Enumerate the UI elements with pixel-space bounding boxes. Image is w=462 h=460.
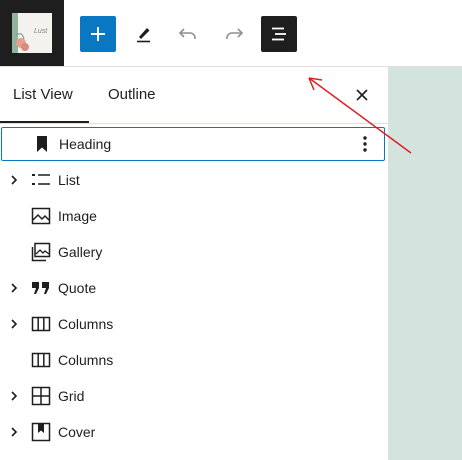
quote-icon bbox=[30, 277, 52, 299]
document-overview-button[interactable] bbox=[261, 16, 297, 52]
block-row-heading[interactable]: Heading bbox=[1, 127, 385, 161]
chevron-right-icon[interactable] bbox=[8, 426, 20, 438]
block-row-image[interactable]: Image bbox=[0, 199, 384, 233]
block-options-button[interactable] bbox=[357, 132, 373, 156]
bookmark-icon bbox=[31, 133, 53, 155]
tab-list-view[interactable]: List View bbox=[13, 67, 73, 123]
logo-text: Lust bbox=[34, 28, 48, 35]
chevron-right-icon[interactable] bbox=[8, 282, 20, 294]
block-row-cover[interactable]: Cover bbox=[0, 415, 384, 449]
tab-outline-label: Outline bbox=[108, 86, 156, 103]
tab-list-view-label: List View bbox=[13, 86, 73, 103]
list-icon bbox=[30, 169, 52, 191]
add-block-button[interactable] bbox=[80, 16, 116, 52]
block-label-heading: Heading bbox=[59, 136, 112, 152]
pen-icon bbox=[137, 28, 150, 43]
active-tab-indicator bbox=[0, 121, 89, 123]
block-label-columns-2: Columns bbox=[58, 352, 114, 368]
list-view-panel: List View Outline Heading List Image Gal… bbox=[0, 67, 389, 460]
editor-canvas[interactable] bbox=[389, 67, 462, 460]
editor-toolbar: Lust bbox=[0, 0, 462, 67]
chevron-right-icon[interactable] bbox=[8, 318, 20, 330]
columns-icon bbox=[30, 349, 52, 371]
redo-icon bbox=[226, 28, 244, 39]
block-row-gallery[interactable]: Gallery bbox=[0, 235, 384, 269]
chevron-right-icon[interactable] bbox=[8, 174, 20, 186]
more-vertical-icon bbox=[363, 136, 367, 152]
block-label-gallery: Gallery bbox=[58, 244, 103, 260]
block-row-columns[interactable]: Columns bbox=[0, 307, 384, 341]
block-label-list: List bbox=[58, 172, 80, 188]
block-row-list[interactable]: List bbox=[0, 163, 384, 197]
block-label-image: Image bbox=[58, 208, 97, 224]
gallery-icon bbox=[30, 241, 52, 263]
block-row-columns-2[interactable]: Columns bbox=[0, 343, 384, 377]
block-label-columns: Columns bbox=[58, 316, 114, 332]
block-row-grid[interactable]: Grid bbox=[0, 379, 384, 413]
block-label-cover: Cover bbox=[58, 424, 96, 440]
block-row-quote[interactable]: Quote bbox=[0, 271, 384, 305]
close-panel-button[interactable] bbox=[350, 83, 374, 107]
chevron-right-icon[interactable] bbox=[8, 390, 20, 402]
list-view-icon bbox=[272, 27, 286, 41]
tab-outline[interactable]: Outline bbox=[108, 67, 156, 123]
panel-tabs: List View Outline bbox=[0, 67, 388, 124]
tools-button[interactable] bbox=[126, 16, 162, 52]
columns-icon bbox=[30, 313, 52, 335]
site-logo[interactable]: Lust bbox=[0, 0, 64, 66]
block-label-grid: Grid bbox=[58, 388, 85, 404]
block-label-quote: Quote bbox=[58, 280, 97, 296]
redo-button[interactable] bbox=[216, 16, 252, 52]
plus-icon bbox=[91, 27, 105, 41]
undo-icon bbox=[178, 28, 196, 39]
close-icon bbox=[356, 89, 368, 101]
cover-icon bbox=[30, 421, 52, 443]
site-logo-image: Lust bbox=[12, 13, 52, 53]
undo-button[interactable] bbox=[170, 16, 206, 52]
image-icon bbox=[30, 205, 52, 227]
grid-icon bbox=[30, 385, 52, 407]
